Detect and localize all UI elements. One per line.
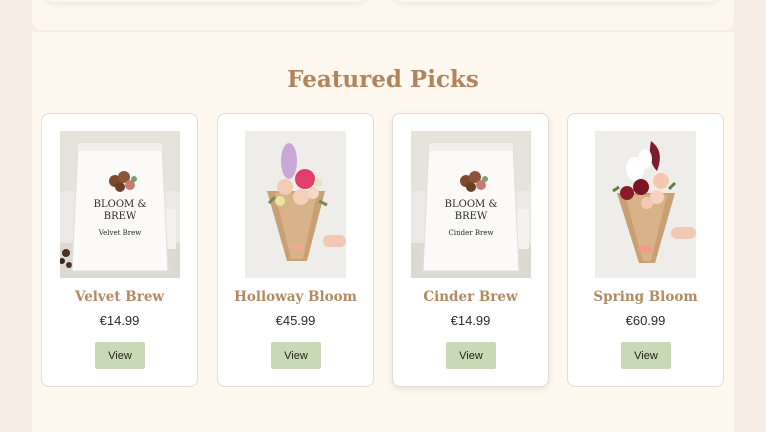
featured-section: Featured Picks BLOOM & BREW Velvet Brew …: [32, 32, 734, 432]
product-price: €45.99: [275, 313, 316, 328]
coffee-bag-image: BLOOM & BREW Velvet Brew: [60, 131, 180, 278]
previous-section-card: [32, 0, 734, 30]
product-name: Holloway Bloom: [234, 289, 357, 305]
bag-variant-text: Velvet Brew: [98, 229, 142, 237]
bag-variant-text: Cinder Brew: [449, 229, 494, 237]
product-price: €14.99: [450, 313, 491, 328]
flower-bouquet-image: [595, 131, 696, 278]
view-button[interactable]: View: [95, 342, 145, 369]
product-grid: BLOOM & BREW Velvet Brew Velvet Brew €14…: [41, 113, 726, 388]
flower-bouquet-image: [245, 131, 346, 278]
product-name: Velvet Brew: [74, 289, 165, 305]
bag-brand-text: BLOOM &: [94, 199, 147, 210]
product-card[interactable]: BLOOM & BREW Cinder Brew Cinder Brew €14…: [392, 113, 549, 387]
product-price: €14.99: [99, 313, 140, 328]
svg-text:BREW: BREW: [455, 211, 488, 222]
view-button[interactable]: View: [271, 342, 321, 369]
previous-card-right: [392, 0, 720, 2]
product-card[interactable]: Holloway Bloom €45.99 View: [217, 113, 374, 387]
view-button[interactable]: View: [621, 342, 671, 369]
section-title: Featured Picks: [287, 66, 479, 93]
product-name: Cinder Brew: [423, 289, 518, 305]
product-name: Spring Bloom: [593, 289, 698, 305]
svg-text:BREW: BREW: [104, 211, 137, 222]
view-button[interactable]: View: [446, 342, 496, 369]
bag-brand-text: BLOOM &: [445, 199, 498, 210]
product-card[interactable]: BLOOM & BREW Velvet Brew Velvet Brew €14…: [41, 113, 198, 387]
coffee-bag-image: BLOOM & BREW Cinder Brew: [411, 131, 531, 278]
product-card[interactable]: Spring Bloom €60.99 View: [567, 113, 724, 387]
product-price: €60.99: [625, 313, 666, 328]
previous-card-left: [44, 0, 368, 2]
